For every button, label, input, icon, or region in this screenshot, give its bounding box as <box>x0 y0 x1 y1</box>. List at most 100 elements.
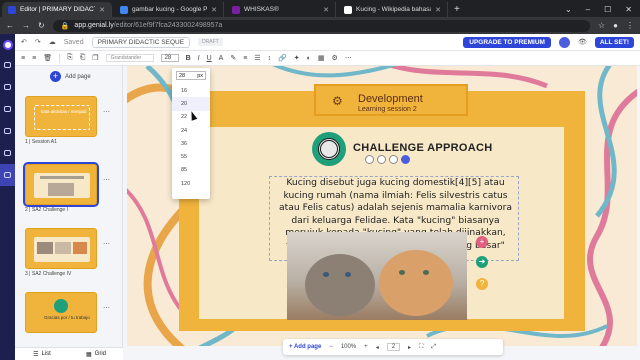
page-thumbnail[interactable] <box>25 228 97 269</box>
copy-icon[interactable]: ⎘ <box>67 54 73 62</box>
rail-item-resources[interactable] <box>0 76 15 98</box>
minimize-icon[interactable]: – <box>586 5 590 14</box>
browser-tab-editor[interactable]: Editor | PRIMARY DIDACTIC SEQU ✕ <box>2 2 112 17</box>
chevron-down-icon[interactable]: ⌄ <box>565 5 572 14</box>
page-thumb-1[interactable]: kata aktivitas / menjadi 1 | Session A1 … <box>25 96 115 145</box>
close-icon[interactable]: ✕ <box>323 6 329 14</box>
redo-icon[interactable]: ↷ <box>35 38 41 46</box>
font-size-option[interactable]: 20 <box>172 97 210 111</box>
url-field[interactable]: 🔒 app.genial.ly/editor/61ef9f7fca2433002… <box>52 19 590 32</box>
align-center-icon[interactable]: ≡ <box>32 55 36 62</box>
highlight-icon[interactable]: ✎ <box>230 54 236 62</box>
rail-item-background[interactable] <box>0 142 15 164</box>
font-size-input[interactable]: 28 px <box>176 71 206 80</box>
close-icon[interactable]: ✕ <box>211 6 217 14</box>
undo-icon[interactable]: ↶ <box>21 38 27 46</box>
rail-item-interactive[interactable] <box>0 98 15 120</box>
more-options-icon[interactable]: ⋯ <box>103 240 110 248</box>
upgrade-button[interactable]: UPGRADE TO PREMIUM <box>463 36 551 48</box>
settings-icon[interactable]: ⚙ <box>332 54 338 62</box>
kittens-photo[interactable] <box>287 232 467 320</box>
fullscreen-icon[interactable]: ⤢ <box>431 344 436 351</box>
lock-icon[interactable] <box>365 155 374 164</box>
add-page-bottom-button[interactable]: + Add page <box>289 344 321 350</box>
interactivity-icon[interactable] <box>389 155 398 164</box>
list-view-tab[interactable]: ☰ List <box>15 348 69 360</box>
slide-heading[interactable]: CHALLENGE APPROACH <box>353 142 492 154</box>
star-icon[interactable]: ☆ <box>598 21 605 30</box>
project-title-field[interactable]: PRIMARY DIDACTIC SEQUE <box>91 36 191 48</box>
font-size-option[interactable]: 36 <box>172 137 210 150</box>
all-set-button[interactable]: ALL SET! <box>594 36 634 48</box>
page-thumb-3[interactable]: 3 | SA2 Challenge IV ⋯ <box>25 228 115 277</box>
page-thumbnail[interactable] <box>23 162 99 207</box>
more-options-icon[interactable]: ⋯ <box>103 176 110 184</box>
delete-icon[interactable]: 🗑 <box>43 54 52 62</box>
fit-screen-icon[interactable]: ⛶ <box>419 344 423 351</box>
add-page-button[interactable]: + Add page <box>50 71 122 82</box>
underline-button[interactable]: U <box>207 55 212 62</box>
rail-item-pages[interactable] <box>0 164 15 186</box>
paste-icon[interactable]: ⎗ <box>80 54 86 62</box>
more-icon[interactable]: ⋯ <box>345 54 352 62</box>
zoom-out-icon[interactable]: − <box>329 344 333 350</box>
grid-icon[interactable]: ▦ <box>318 54 325 62</box>
bold-button[interactable]: B <box>186 55 191 62</box>
plus-hotspot-icon[interactable]: + <box>476 236 488 248</box>
target-icon <box>312 132 346 166</box>
more-options-icon[interactable]: ⋯ <box>103 108 110 116</box>
page-number-field[interactable]: 2 <box>386 343 401 351</box>
page-thumbnail[interactable]: kata aktivitas / menjadi <box>25 96 97 137</box>
line-height-icon[interactable]: ↕ <box>268 55 272 62</box>
prev-page-icon[interactable]: ◂ <box>376 344 379 351</box>
opacity-icon[interactable]: ◐ <box>307 55 311 62</box>
align-left-icon[interactable]: ≡ <box>21 55 25 62</box>
align-icon[interactable]: ≡ <box>243 55 247 62</box>
font-family-select[interactable]: Grandstander <box>105 54 154 62</box>
italic-button[interactable]: I <box>198 55 200 62</box>
reload-icon[interactable]: ↻ <box>38 21 45 30</box>
new-tab-button[interactable]: + <box>448 4 466 17</box>
profile-icon[interactable]: ● <box>613 21 618 30</box>
text-toolbar: ≡ ≡ 🗑 ⎘ ⎗ ❐ Grandstander 28 B I U A ✎ ≡ … <box>15 51 640 66</box>
page-thumbnail[interactable]: Gracias por / tu trabajo <box>25 292 97 333</box>
rail-item-insert[interactable] <box>0 120 15 142</box>
font-size-select[interactable]: 28 <box>160 54 179 62</box>
font-size-option[interactable]: 55 <box>172 150 210 163</box>
development-banner[interactable]: ⚙ Development Learning session 2 <box>314 84 468 116</box>
more-options-icon[interactable]: ⋯ <box>103 304 110 312</box>
zoom-in-icon[interactable]: + <box>364 344 368 350</box>
close-icon[interactable]: ✕ <box>99 6 105 14</box>
forward-icon[interactable]: → <box>22 21 30 30</box>
question-hotspot-icon[interactable]: ? <box>476 278 488 290</box>
font-size-option[interactable]: 85 <box>172 164 210 177</box>
text-color-icon[interactable]: A <box>219 55 224 62</box>
browser-tab-wikipedia[interactable]: Kucing - Wikipedia bahasa Indo ✕ <box>338 2 448 17</box>
genially-logo-icon[interactable] <box>2 40 13 50</box>
font-size-option[interactable]: 16 <box>172 84 210 97</box>
avatar[interactable] <box>558 36 570 48</box>
back-icon[interactable]: ← <box>6 21 14 30</box>
animation-icon[interactable] <box>401 155 410 164</box>
browser-tab-google[interactable]: gambar kucing - Google Penelus ✕ <box>114 2 224 17</box>
font-size-option[interactable]: 24 <box>172 124 210 137</box>
next-page-icon[interactable]: ▸ <box>408 344 411 351</box>
close-window-icon[interactable]: ✕ <box>625 5 632 14</box>
maximize-icon[interactable]: ☐ <box>604 5 611 14</box>
next-hotspot-icon[interactable]: ➜ <box>476 256 488 268</box>
grid-view-tab[interactable]: ▦ Grid <box>69 348 123 360</box>
effects-icon[interactable]: ✦ <box>294 54 300 62</box>
page-thumb-2[interactable]: 2 | SA2 Challenge I ⋯ <box>23 162 115 213</box>
preview-eye-icon[interactable]: 👁 <box>578 38 587 46</box>
rail-item-text[interactable] <box>0 54 15 76</box>
close-icon[interactable]: ✕ <box>435 6 441 14</box>
link-icon[interactable]: 🔗 <box>278 54 287 62</box>
page-thumb-4[interactable]: Gracias por / tu trabajo ⋯ <box>25 292 115 333</box>
browser-tab-whiskas[interactable]: WHISKAS® ✕ <box>226 2 336 17</box>
layers-icon[interactable]: ❐ <box>92 54 98 62</box>
menu-icon[interactable]: ⋮ <box>626 21 634 30</box>
add-page-bottom-label: Add page <box>293 344 322 350</box>
duplicate-icon[interactable] <box>377 155 386 164</box>
font-size-option[interactable]: 120 <box>172 177 210 190</box>
list-icon[interactable]: ☰ <box>254 54 260 62</box>
